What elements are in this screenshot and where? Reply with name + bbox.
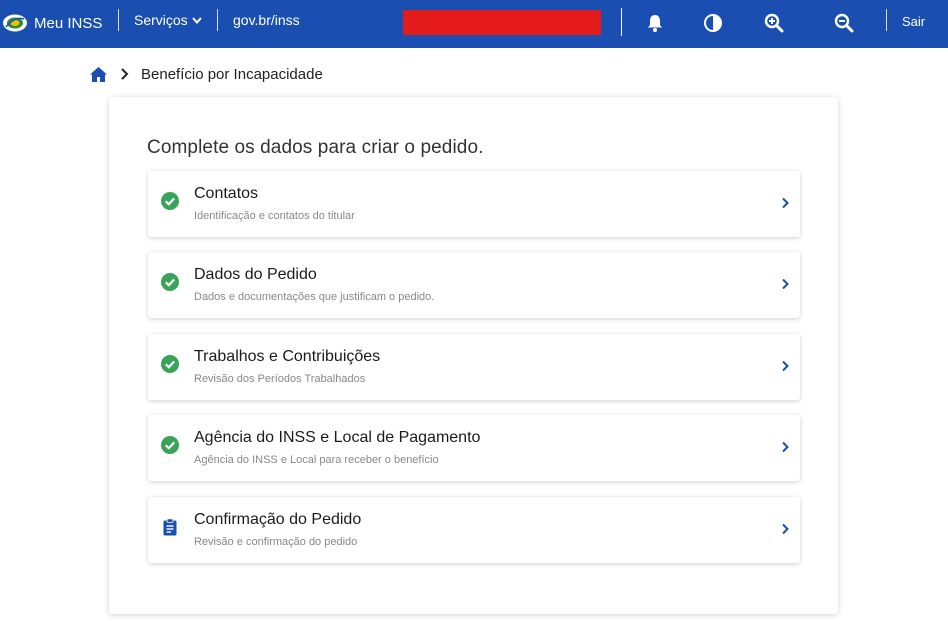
step-title: Dados do Pedido (194, 266, 317, 283)
chevron-right-icon (781, 523, 790, 535)
step-dados-do-pedido[interactable]: Dados do Pedido Dados e documentações qu… (148, 252, 800, 318)
step-contatos[interactable]: Contatos Identificação e contatos do tit… (148, 171, 800, 237)
step-title: Agência do INSS e Local de Pagamento (194, 429, 481, 446)
zoom-in-button[interactable] (763, 12, 785, 34)
chevron-right-icon (781, 278, 790, 290)
notifications-button[interactable] (644, 12, 666, 34)
divider (217, 9, 218, 31)
check-circle-icon (161, 436, 179, 454)
step-title: Contatos (194, 185, 259, 202)
chevron-right-icon (781, 441, 790, 453)
chevron-right-icon (121, 68, 129, 80)
step-agencia-e-pagamento[interactable]: Agência do INSS e Local de Pagamento Agê… (148, 415, 800, 481)
divider (886, 9, 887, 31)
breadcrumb-current: Benefício por Incapacidade (141, 65, 323, 83)
contrast-button[interactable] (702, 12, 724, 34)
check-circle-icon (161, 192, 179, 210)
check-circle-icon (161, 273, 179, 291)
check-circle-icon (161, 355, 179, 373)
chevron-right-icon (781, 360, 790, 372)
chevron-right-icon (781, 197, 790, 209)
home-icon (90, 66, 107, 82)
step-subtitle: Revisão e confirmação do pedido (194, 536, 358, 548)
contrast-icon (704, 14, 722, 32)
inss-logo-icon (3, 14, 27, 32)
services-menu[interactable]: Serviços (134, 12, 202, 28)
app-name: Meu INSS (34, 14, 103, 32)
brand-link[interactable]: Meu INSS (2, 11, 102, 35)
step-subtitle: Identificação e contatos do titular (194, 210, 355, 222)
zoom-in-icon (764, 13, 784, 33)
redacted-user-name (403, 10, 601, 35)
divider (621, 8, 622, 36)
step-title: Trabalhos e Contribuições (194, 348, 381, 365)
zoom-out-button[interactable] (833, 12, 855, 34)
divider (118, 9, 119, 31)
step-subtitle: Agência do INSS e Local para receber o b… (194, 454, 439, 466)
bell-icon (648, 15, 662, 32)
step-subtitle: Dados e documentações que justificam o p… (194, 291, 435, 303)
step-confirmacao-do-pedido[interactable]: Confirmação do Pedido Revisão e confirma… (148, 497, 800, 563)
step-trabalhos-e-contribuicoes[interactable]: Trabalhos e Contribuições Revisão dos Pe… (148, 334, 800, 400)
breadcrumb: Benefício por Incapacidade (89, 63, 323, 85)
step-title: Confirmação do Pedido (194, 511, 362, 528)
top-header: Meu INSS Serviços gov.br/inss Sair (0, 0, 948, 48)
breadcrumb-home[interactable] (89, 66, 108, 83)
govbr-link[interactable]: gov.br/inss (233, 12, 300, 28)
clipboard-icon (161, 518, 179, 536)
page-title: Complete os dados para criar o pedido. (147, 137, 484, 158)
zoom-out-icon (834, 13, 854, 33)
services-label: Serviços (134, 12, 188, 28)
govbr-label: gov.br/inss (233, 12, 300, 28)
chevron-down-icon (191, 16, 202, 24)
request-panel: Complete os dados para criar o pedido. C… (109, 97, 838, 614)
logout-link[interactable]: Sair (902, 14, 925, 29)
step-subtitle: Revisão dos Períodos Trabalhados (194, 373, 366, 385)
